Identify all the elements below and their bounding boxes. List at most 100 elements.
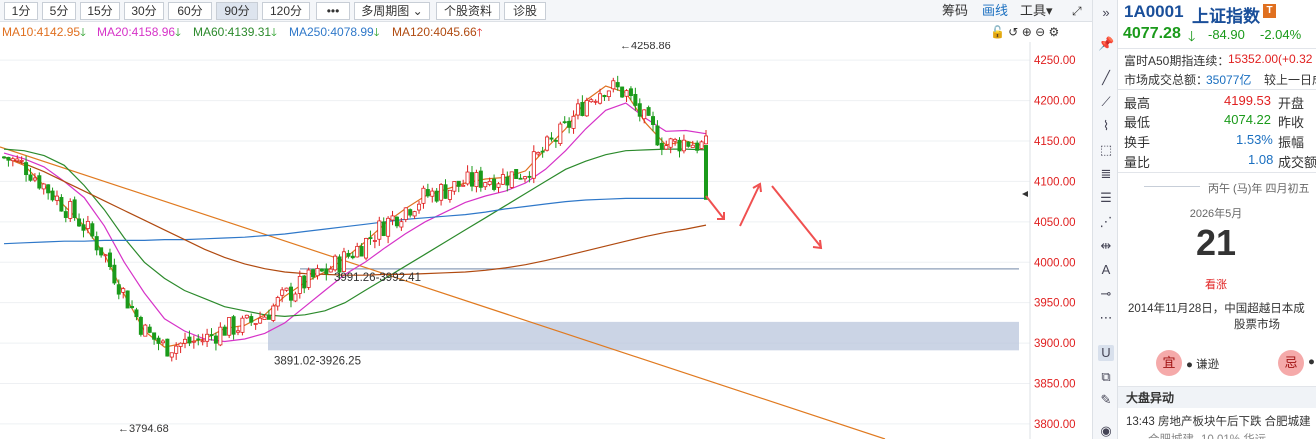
quote-panel: 1A0001 上证指数 T 4077.28 🡓 -84.90 -2.04% 富时…: [1118, 0, 1316, 439]
candle-down: [319, 268, 324, 272]
pin-icon[interactable]: 📌: [1098, 36, 1114, 52]
candle-down: [478, 170, 483, 188]
candle-down: [562, 121, 567, 124]
market-turnover-label: 市场成交总额：: [1124, 73, 1209, 87]
good-text: ● 谦逊: [1186, 359, 1220, 371]
candle-down: [408, 209, 413, 216]
low-value: 4074.22: [1224, 112, 1271, 127]
candle-down: [138, 316, 143, 335]
fibonacci-tool-icon[interactable]: ☰: [1098, 190, 1114, 206]
upper-zone-label: 3991.26-3992.41: [334, 272, 421, 284]
candle-up: [333, 255, 338, 271]
stock-code: 1A0001: [1124, 2, 1184, 21]
candle-up: [68, 201, 73, 219]
candle-up: [545, 136, 550, 151]
candle-up: [487, 180, 492, 185]
candle-down: [156, 337, 161, 344]
chips-button[interactable]: 筹码: [942, 3, 968, 19]
more-tools-icon[interactable]: ⋯: [1098, 310, 1114, 326]
channel-tool-icon[interactable]: ≣: [1098, 166, 1114, 182]
ma10-value: MA10:4142.95: [2, 25, 81, 39]
period-60min-button[interactable]: 60分: [168, 2, 212, 20]
trading-badge: T: [1263, 4, 1276, 18]
support-zone-band: [268, 321, 1019, 351]
candle-up: [103, 254, 108, 257]
candle-up: [558, 123, 563, 145]
polyline-tool-icon[interactable]: ⌇: [1098, 118, 1114, 134]
copy-icon[interactable]: ⧉: [1098, 369, 1114, 385]
candle-down: [107, 252, 112, 267]
zoom-out-icon[interactable]: ⊖: [1035, 25, 1045, 39]
gann-fan-icon[interactable]: ⋰: [1098, 214, 1114, 230]
candle-up: [439, 184, 444, 201]
measure-icon[interactable]: ⇹: [1098, 238, 1114, 254]
candle-up: [447, 189, 452, 200]
undo-icon[interactable]: ↺: [1008, 25, 1018, 39]
y-tick-label: 4200.00: [1034, 96, 1076, 108]
projection-arrow-down-2: [771, 185, 822, 248]
period-30min-button[interactable]: 30分: [124, 2, 164, 20]
ma-lines: [3, 85, 707, 348]
period-120min-button[interactable]: 120分: [262, 2, 310, 20]
period-15min-button[interactable]: 15分: [80, 2, 120, 20]
stock-info-button[interactable]: 个股资料: [436, 2, 500, 20]
ray-tool-icon[interactable]: ⟋: [1098, 94, 1114, 110]
ma120-value: MA120:4045.66: [392, 25, 477, 39]
news-item[interactable]: 13:43 房地产板块午后下跌 合肥城建: [1126, 413, 1311, 429]
bad-text: ●: [1308, 356, 1315, 368]
tools-label: 工具: [1020, 3, 1047, 18]
arrow-down-icon: 🡓: [373, 27, 380, 39]
settings-gear-icon[interactable]: ⚙: [1049, 25, 1060, 39]
divider: [1118, 172, 1316, 173]
magnet-icon[interactable]: U: [1098, 345, 1114, 361]
candle-up: [377, 220, 382, 240]
lower-zone-label: 3891.02-3926.25: [274, 355, 361, 367]
period-90min-button[interactable]: 90分: [216, 2, 258, 20]
tools-dropdown[interactable]: 工具▾: [1020, 3, 1053, 19]
more-periods-button[interactable]: •••: [316, 2, 350, 20]
y-tick-label: 3950.00: [1034, 298, 1076, 310]
projection-arrow-down-1: [705, 195, 725, 220]
candle-up: [315, 268, 320, 277]
eye-icon[interactable]: ◉: [1098, 423, 1114, 439]
ma250-legend: MA250:4078.99🡓: [289, 23, 379, 42]
rectangle-tool-icon[interactable]: ⬚: [1098, 142, 1114, 158]
multi-period-dropdown[interactable]: 多周期图 ⌄: [354, 2, 430, 20]
prev-close-label: 昨收: [1278, 115, 1305, 130]
candle-down: [209, 334, 214, 336]
chevron-down-icon: ⌄: [412, 4, 423, 18]
period-1min-button[interactable]: 1分: [4, 2, 38, 20]
candle-up: [681, 139, 686, 152]
candle-down: [125, 290, 130, 309]
news-item-sub[interactable]: 合肥城建 -10.01% 华远: [1148, 431, 1266, 439]
candle-down: [469, 172, 474, 187]
collapse-panel-icon[interactable]: »: [1098, 5, 1114, 21]
diagnose-button[interactable]: 诊股: [504, 2, 546, 20]
candle-down: [59, 197, 64, 212]
candle-up: [589, 99, 594, 103]
text-tool-icon[interactable]: A: [1098, 262, 1114, 278]
candle-up: [474, 172, 479, 187]
candle-down: [50, 190, 55, 201]
price-chart[interactable]: ←4258.86 ←3794.68 3991.26-3992.41 3891.0…: [0, 42, 1092, 439]
line-tool-icon[interactable]: ╱: [1098, 70, 1114, 86]
candle-up: [169, 352, 174, 358]
low-annotation: ←3794.68: [118, 423, 169, 435]
period-5min-button[interactable]: 5分: [42, 2, 76, 20]
bad-stamp: 忌: [1278, 350, 1304, 376]
candle-up: [227, 317, 232, 336]
zoom-in-icon[interactable]: ⊕: [1022, 25, 1032, 39]
candle-down: [24, 162, 29, 176]
current-price-marker-icon: [1022, 191, 1028, 197]
lock-icon[interactable]: 🔓: [990, 25, 1005, 39]
market-outlook: 看涨: [1205, 279, 1227, 291]
a50-label: 富时A50期指连续：: [1124, 54, 1230, 68]
candle-down: [231, 316, 236, 335]
fullscreen-icon[interactable]: ⤢: [1072, 3, 1082, 19]
edit-icon[interactable]: ✎: [1098, 392, 1114, 408]
range-tool-icon[interactable]: ⊸: [1098, 286, 1114, 302]
draw-line-button[interactable]: 画线: [982, 3, 1008, 19]
candle-up: [664, 145, 669, 150]
candle-down: [394, 216, 399, 227]
turnover-rate-label: 换手: [1124, 135, 1151, 150]
